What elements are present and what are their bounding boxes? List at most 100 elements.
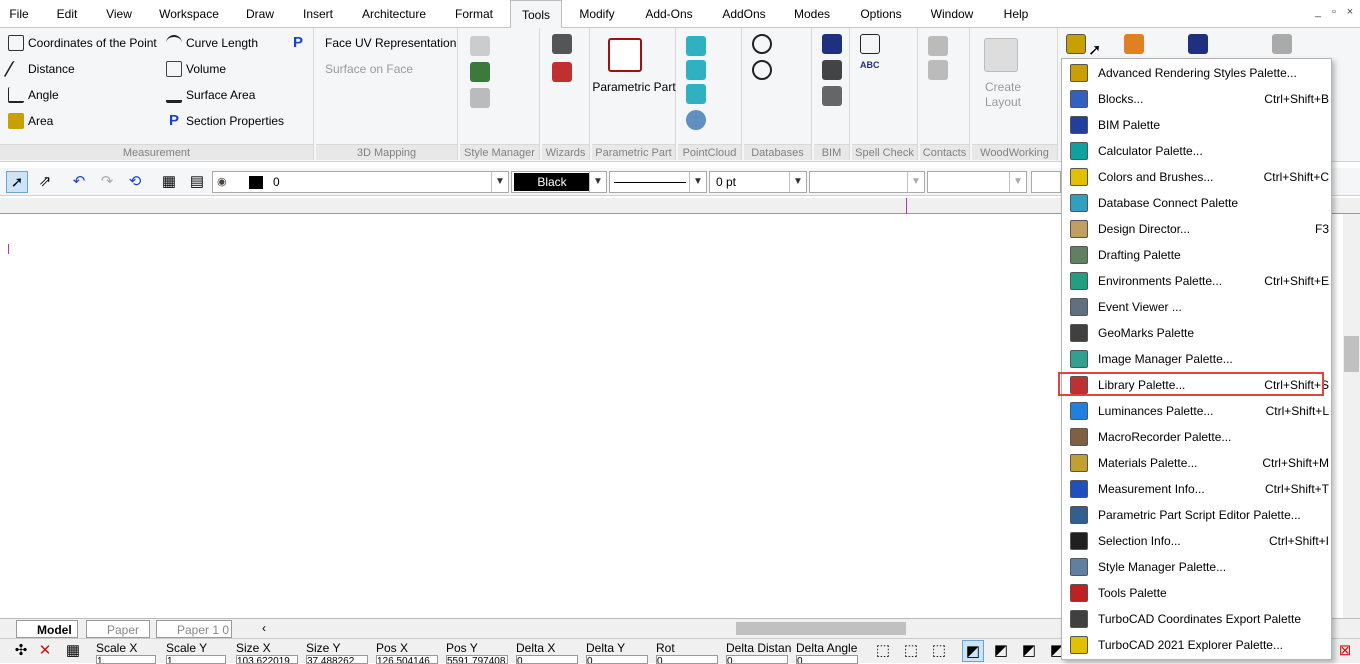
area-button[interactable]: Area	[8, 110, 53, 132]
menu-options[interactable]: Options	[854, 0, 908, 28]
database-icon[interactable]	[752, 60, 772, 80]
palette-menu-item[interactable]: MacroRecorder Palette...	[1062, 424, 1331, 450]
horizontal-scroll-thumb[interactable]	[736, 622, 906, 635]
wand-icon[interactable]	[552, 34, 572, 54]
undo-icon[interactable]: ↶	[68, 171, 90, 193]
menu-format[interactable]: Format	[450, 0, 498, 28]
palette-menu-item[interactable]: Blocks... Ctrl+Shift+B	[1062, 86, 1331, 112]
palette-menu-item[interactable]: Event Viewer ...	[1062, 294, 1331, 320]
snap-mode-icon[interactable]: ⬚	[900, 640, 922, 662]
snap-mode-icon[interactable]: ⬚	[928, 640, 950, 662]
palette-menu-item[interactable]: Environments Palette... Ctrl+Shift+E	[1062, 268, 1331, 294]
menu-add-ons[interactable]: Add-Ons	[640, 0, 698, 28]
snap-mode-icon[interactable]: ◩	[1018, 640, 1040, 662]
menu-tools[interactable]: Tools	[510, 0, 562, 29]
menu-architecture[interactable]: Architecture	[356, 0, 432, 28]
table-icon[interactable]: ▦	[158, 171, 180, 193]
pointcloud-icon[interactable]	[686, 110, 706, 130]
p-icon[interactable]: P	[288, 34, 308, 54]
menu-view[interactable]: View	[102, 0, 136, 28]
restore-icon[interactable]: ▫	[1327, 5, 1341, 19]
menu-draw[interactable]: Draw	[242, 0, 278, 28]
distance-button[interactable]: Distance	[3, 58, 75, 80]
palette-menu-item[interactable]: Image Manager Palette...	[1062, 346, 1331, 372]
pen-width-select[interactable]: 0 pt ▼	[709, 171, 807, 193]
create-layout-button[interactable]: Create Layout	[972, 80, 1034, 110]
menu-modes[interactable]: Modes	[790, 0, 834, 28]
palette-menu-item[interactable]: Luminances Palette... Ctrl+Shift+L	[1062, 398, 1331, 424]
menu-modify[interactable]: Modify	[574, 0, 620, 28]
pointcloud-icon[interactable]	[686, 60, 706, 80]
pattern-select[interactable]: ▼	[809, 171, 925, 193]
tab-paper-10[interactable]: Paper 1 0	[156, 620, 232, 638]
select-arrow-icon[interactable]: ➚	[6, 171, 28, 193]
chevron-left-icon[interactable]: ‹	[262, 621, 266, 635]
database-icon[interactable]	[752, 34, 772, 54]
scroll-thumb[interactable]	[1344, 336, 1359, 372]
style-grid-icon[interactable]	[470, 62, 490, 82]
redo-icon[interactable]: ↷	[96, 171, 118, 193]
close-icon[interactable]: ×	[1343, 5, 1357, 19]
menu-window[interactable]: Window	[926, 0, 978, 28]
minimize-icon[interactable]: _	[1311, 5, 1325, 19]
create-layout-icon[interactable]	[984, 38, 1018, 72]
vertical-scrollbar[interactable]	[1343, 214, 1360, 624]
menu-addons[interactable]: AddOns	[716, 0, 772, 28]
palette-menu-item[interactable]: Advanced Rendering Styles Palette...	[1062, 60, 1331, 86]
palette-menu-item[interactable]: Colors and Brushes... Ctrl+Shift+C	[1062, 164, 1331, 190]
color-select[interactable]: Black ▼	[511, 171, 607, 193]
bim-icon[interactable]	[822, 34, 842, 54]
snap-mode-icon[interactable]: ◩	[962, 640, 984, 662]
snap-off-icon[interactable]: ⊠	[1334, 640, 1356, 662]
palette-menu-item[interactable]: Drafting Palette	[1062, 242, 1331, 268]
pointcloud-icon[interactable]	[686, 36, 706, 56]
contact-icon[interactable]	[928, 60, 948, 80]
palette-menu-item[interactable]: Selection Info... Ctrl+Shift+I	[1062, 528, 1331, 554]
extra-select[interactable]	[1031, 171, 1061, 193]
select-icon[interactable]	[1272, 34, 1292, 54]
bim-icon[interactable]	[822, 60, 842, 80]
tab-model[interactable]: Model	[16, 620, 78, 638]
style-copy-icon[interactable]	[470, 88, 490, 108]
tab-paper-1[interactable]: Paper 1	[86, 620, 150, 655]
style-icon[interactable]	[470, 36, 490, 56]
snap-mode-icon[interactable]: ◩	[990, 640, 1012, 662]
wizard-icon[interactable]	[552, 62, 572, 82]
surface-area-button[interactable]: Surface Area	[166, 84, 255, 106]
palette-menu-item[interactable]: GeoMarks Palette	[1062, 320, 1331, 346]
grid-icon[interactable]: ▦	[62, 640, 84, 662]
palette-menu-item[interactable]: Calculator Palette...	[1062, 138, 1331, 164]
snap-icon[interactable]: ✣	[10, 640, 32, 662]
palette-menu-item[interactable]: Database Connect Palette	[1062, 190, 1331, 216]
menu-file[interactable]: File	[4, 0, 34, 28]
bim-icon[interactable]	[822, 86, 842, 106]
pointcloud-icon[interactable]	[686, 84, 706, 104]
curve-length-button[interactable]: Curve Length	[166, 32, 258, 54]
parametric-part-button[interactable]: Parametric Part	[592, 80, 676, 95]
face-uv-button[interactable]: Face UV Representation	[325, 32, 456, 54]
menu-help[interactable]: Help	[998, 0, 1034, 28]
document-icon[interactable]	[1188, 34, 1208, 54]
mail-icon[interactable]	[928, 36, 948, 56]
snap-mode-icon[interactable]: ⬚	[872, 640, 894, 662]
menu-insert[interactable]: Insert	[298, 0, 338, 28]
angle-button[interactable]: Angle	[8, 84, 59, 106]
layers-icon[interactable]: ▤	[186, 171, 208, 193]
node-edit-icon[interactable]: ⇗	[34, 171, 56, 193]
spell-check-icon[interactable]	[860, 34, 880, 54]
palette-menu-item[interactable]: TurboCAD 2021 Explorer Palette...	[1062, 632, 1331, 658]
menu-workspace[interactable]: Workspace	[155, 0, 223, 28]
palette-menu-item[interactable]: Style Manager Palette...	[1062, 554, 1331, 580]
palette-menu-item[interactable]: BIM Palette	[1062, 112, 1331, 138]
palette-menu-item[interactable]: Measurement Info... Ctrl+Shift+T	[1062, 476, 1331, 502]
layer-select[interactable]: ◉ 0 ▼	[212, 171, 509, 193]
cancel-icon[interactable]: ✕	[34, 640, 56, 662]
refresh-icon[interactable]: ⟲	[124, 171, 146, 193]
render-icon[interactable]	[1124, 34, 1144, 54]
palette-menu-item[interactable]: Design Director... F3	[1062, 216, 1331, 242]
menu-edit[interactable]: Edit	[52, 0, 82, 28]
parametric-part-icon[interactable]	[608, 38, 642, 72]
volume-button[interactable]: Volume	[166, 58, 226, 80]
surface-on-face-button[interactable]: Surface on Face	[325, 58, 413, 80]
coordinates-of-point-button[interactable]: Coordinates of the Point	[8, 32, 157, 54]
